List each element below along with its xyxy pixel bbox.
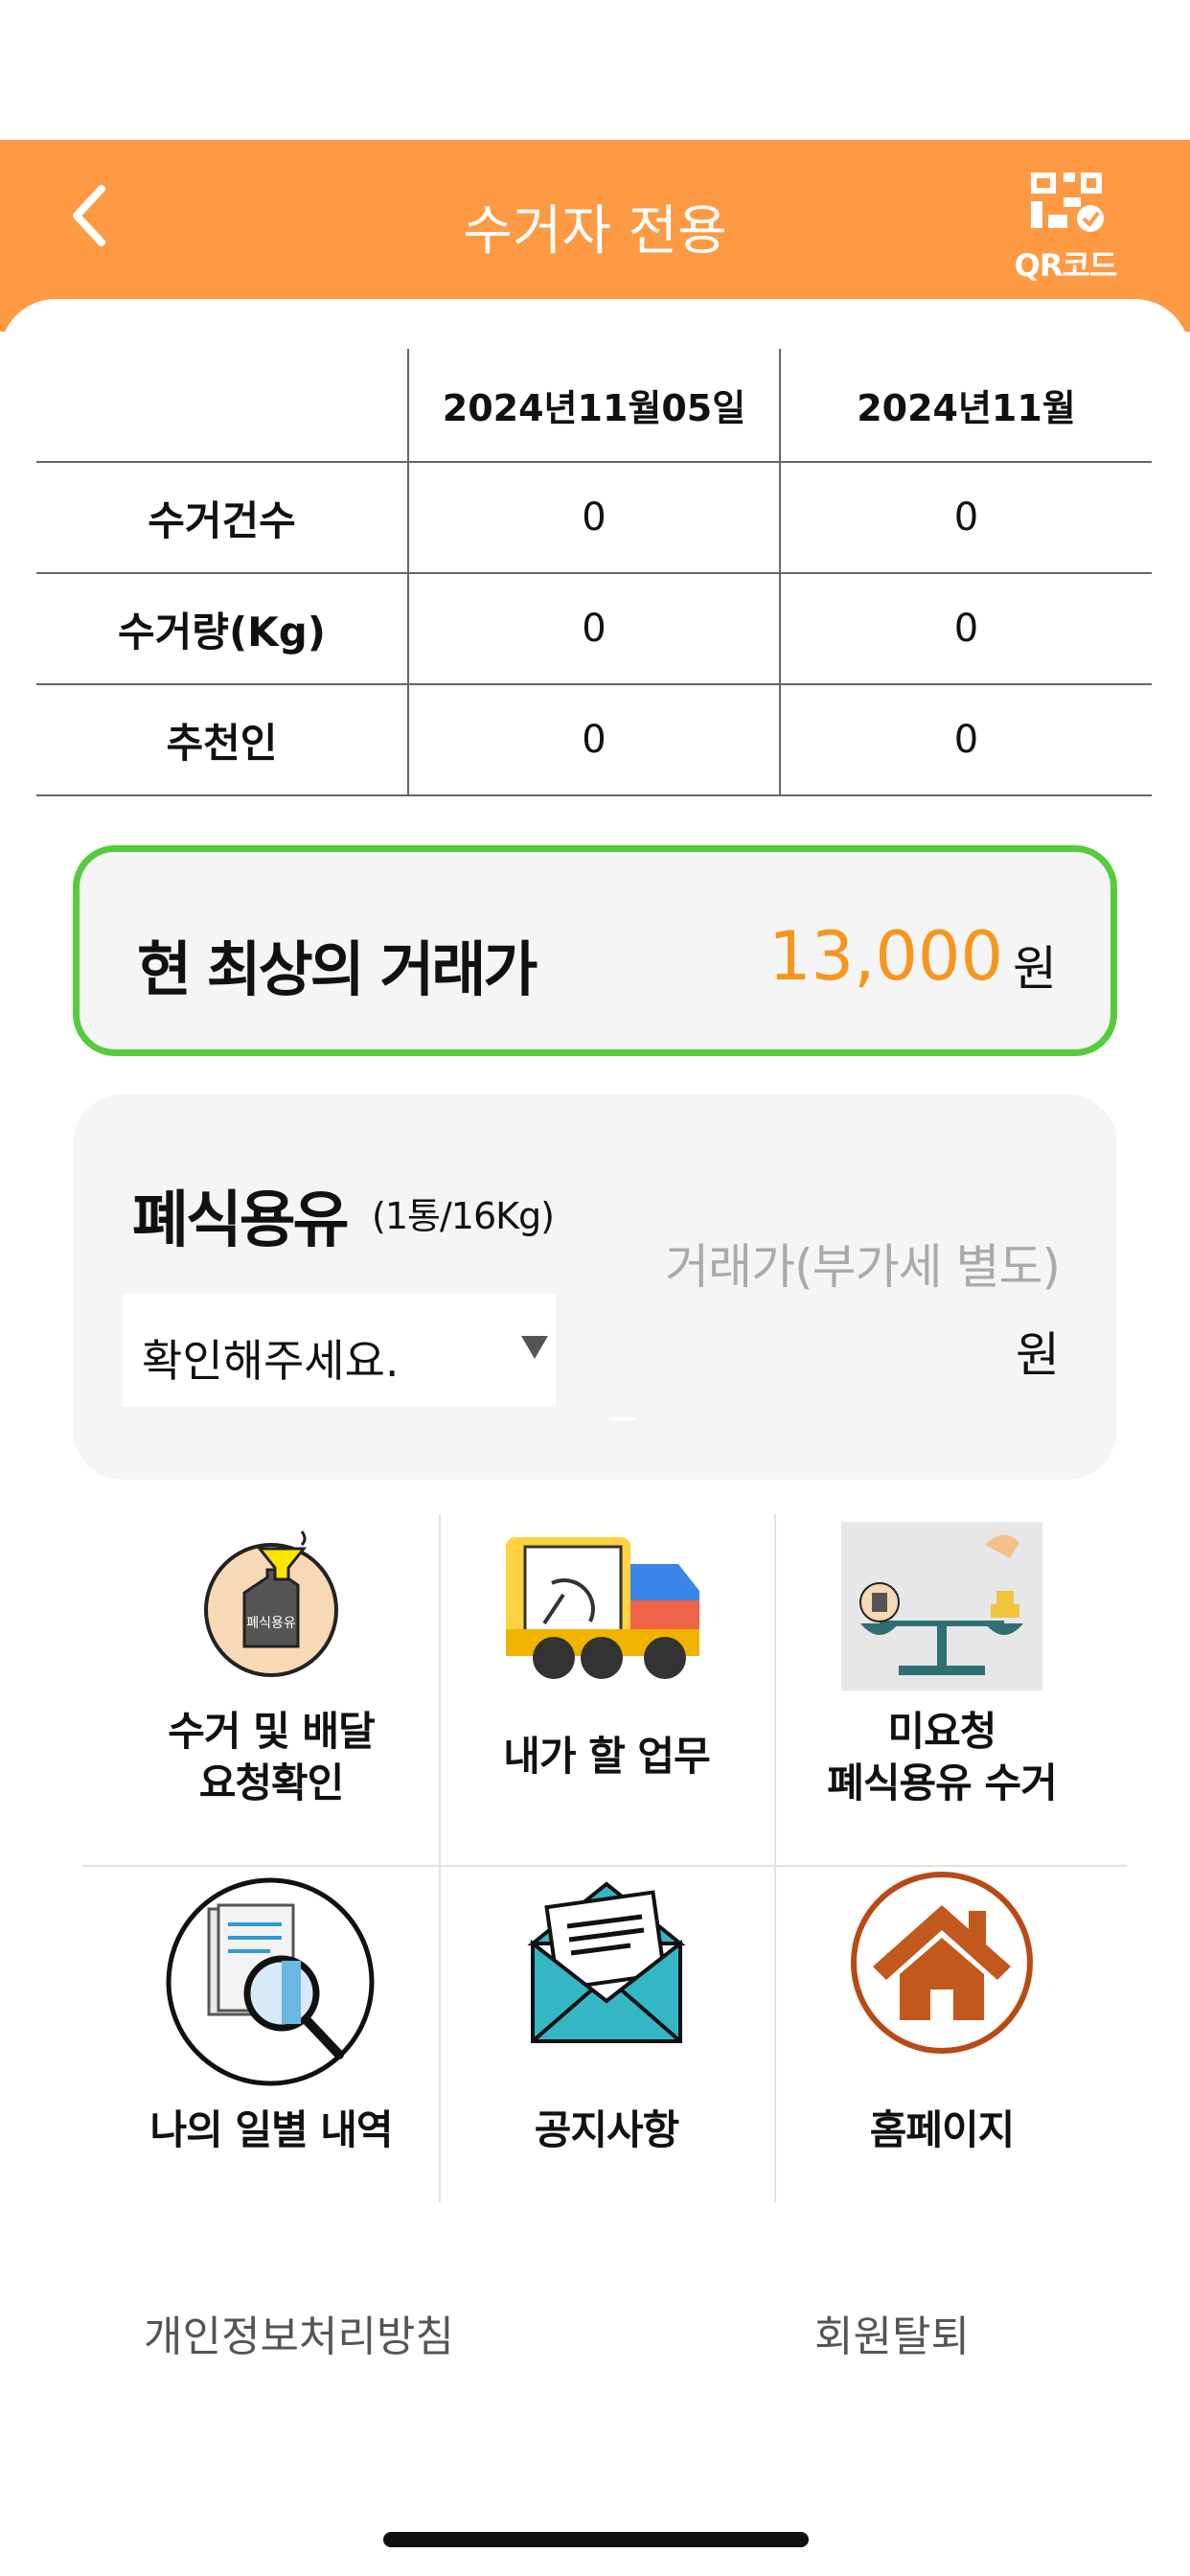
table-row: 추천인 0 0 (36, 684, 1152, 796)
home-indicator (383, 2532, 809, 2547)
oil-can-funnel-icon: 폐식용유 (204, 1530, 338, 1677)
menu-grid: 폐식용유 수거 및 배달 요청확인 내가 할 업무 미요청 폐식용유 수거 나의… (82, 1514, 1127, 2204)
table-header-empty (36, 349, 408, 463)
menu-item-daily-history[interactable]: 나의 일별 내역 (103, 1867, 439, 2202)
best-price-unit: 원 (1013, 941, 1057, 997)
best-price-label: 현 최상의 거래가 (137, 934, 538, 1004)
menu-item-label: 홈페이지 (869, 2106, 1016, 2153)
divider (609, 1417, 636, 1420)
price-hint: 거래가(부가세 별도) (665, 1239, 1061, 1295)
menu-item-label: 미요청 (887, 1708, 997, 1755)
envelope-icon (527, 1881, 686, 2043)
row-day-value: 0 (407, 462, 780, 574)
withdraw-link[interactable]: 회원탈퇴 (814, 2302, 970, 2363)
row-month-value: 0 (779, 573, 1152, 685)
best-price-value: 13,000 (768, 917, 1003, 996)
oil-price-panel: 폐식용유 (1통/16Kg) 거래가(부가세 별도) 확인해주세요. 원 (73, 1094, 1117, 1480)
price-unit: 원 (1016, 1327, 1060, 1383)
qr-code-label: QR코드 (1014, 247, 1118, 284)
menu-item-pickup-request[interactable]: 폐식용유 수거 및 배달 요청확인 (103, 1514, 439, 1850)
row-label: 수거량(Kg) (36, 573, 408, 685)
table-header-month: 2024년11월 (779, 349, 1152, 463)
menu-item-label: 공지사항 (534, 2106, 680, 2153)
menu-item-label: 나의 일별 내역 (149, 2106, 393, 2153)
table-row: 수거건수 0 0 (36, 462, 1152, 574)
oil-subtitle: (1통/16Kg) (372, 1195, 555, 1237)
row-day-value: 0 (407, 573, 780, 685)
row-month-value: 0 (779, 684, 1152, 796)
qr-code-button[interactable]: QR코드 (1008, 169, 1123, 284)
menu-item-label: 내가 할 업무 (503, 1733, 710, 1780)
menu-item-homepage[interactable]: 홈페이지 (774, 1867, 1110, 2202)
menu-item-label: 수거 및 배달 (168, 1708, 375, 1755)
svg-text:폐식용유: 폐식용유 (246, 1616, 296, 1631)
document-search-icon (166, 1877, 375, 2086)
row-day-value: 0 (407, 684, 780, 796)
select-value: 확인해주세요. (142, 1335, 400, 1387)
oil-title: 폐식용유 (132, 1185, 350, 1256)
row-label: 추천인 (36, 684, 408, 796)
menu-item-label: 폐식용유 수거 (827, 1760, 1057, 1806)
oil-select-dropdown[interactable]: 확인해주세요. (123, 1294, 556, 1407)
menu-item-notice[interactable]: 공지사항 (439, 1867, 774, 2202)
menu-item-my-tasks[interactable]: 내가 할 업무 (439, 1514, 774, 1850)
table-row: 수거량(Kg) 0 0 (36, 573, 1152, 685)
home-icon (851, 1872, 1033, 2054)
table-header-day: 2024년11월05일 (407, 349, 780, 463)
best-price-box: 현 최상의 거래가 13,000 원 (73, 845, 1117, 1056)
delivery-truck-icon (506, 1537, 699, 1679)
dropdown-arrow-icon (521, 1336, 548, 1359)
row-label: 수거건수 (36, 462, 408, 574)
scale-icon (841, 1522, 1042, 1690)
menu-item-label: 요청확인 (198, 1760, 345, 1806)
qr-code-icon (1031, 172, 1104, 232)
stats-table: 2024년11월05일 2024년11월 수거건수 0 0 수거량(Kg) 0 … (36, 349, 1152, 796)
menu-item-unrequested-pickup[interactable]: 미요청 폐식용유 수거 (774, 1514, 1110, 1850)
privacy-policy-link[interactable]: 개인정보처리방침 (144, 2302, 454, 2363)
row-month-value: 0 (779, 462, 1152, 574)
table-header-row: 2024년11월05일 2024년11월 (36, 349, 1152, 463)
